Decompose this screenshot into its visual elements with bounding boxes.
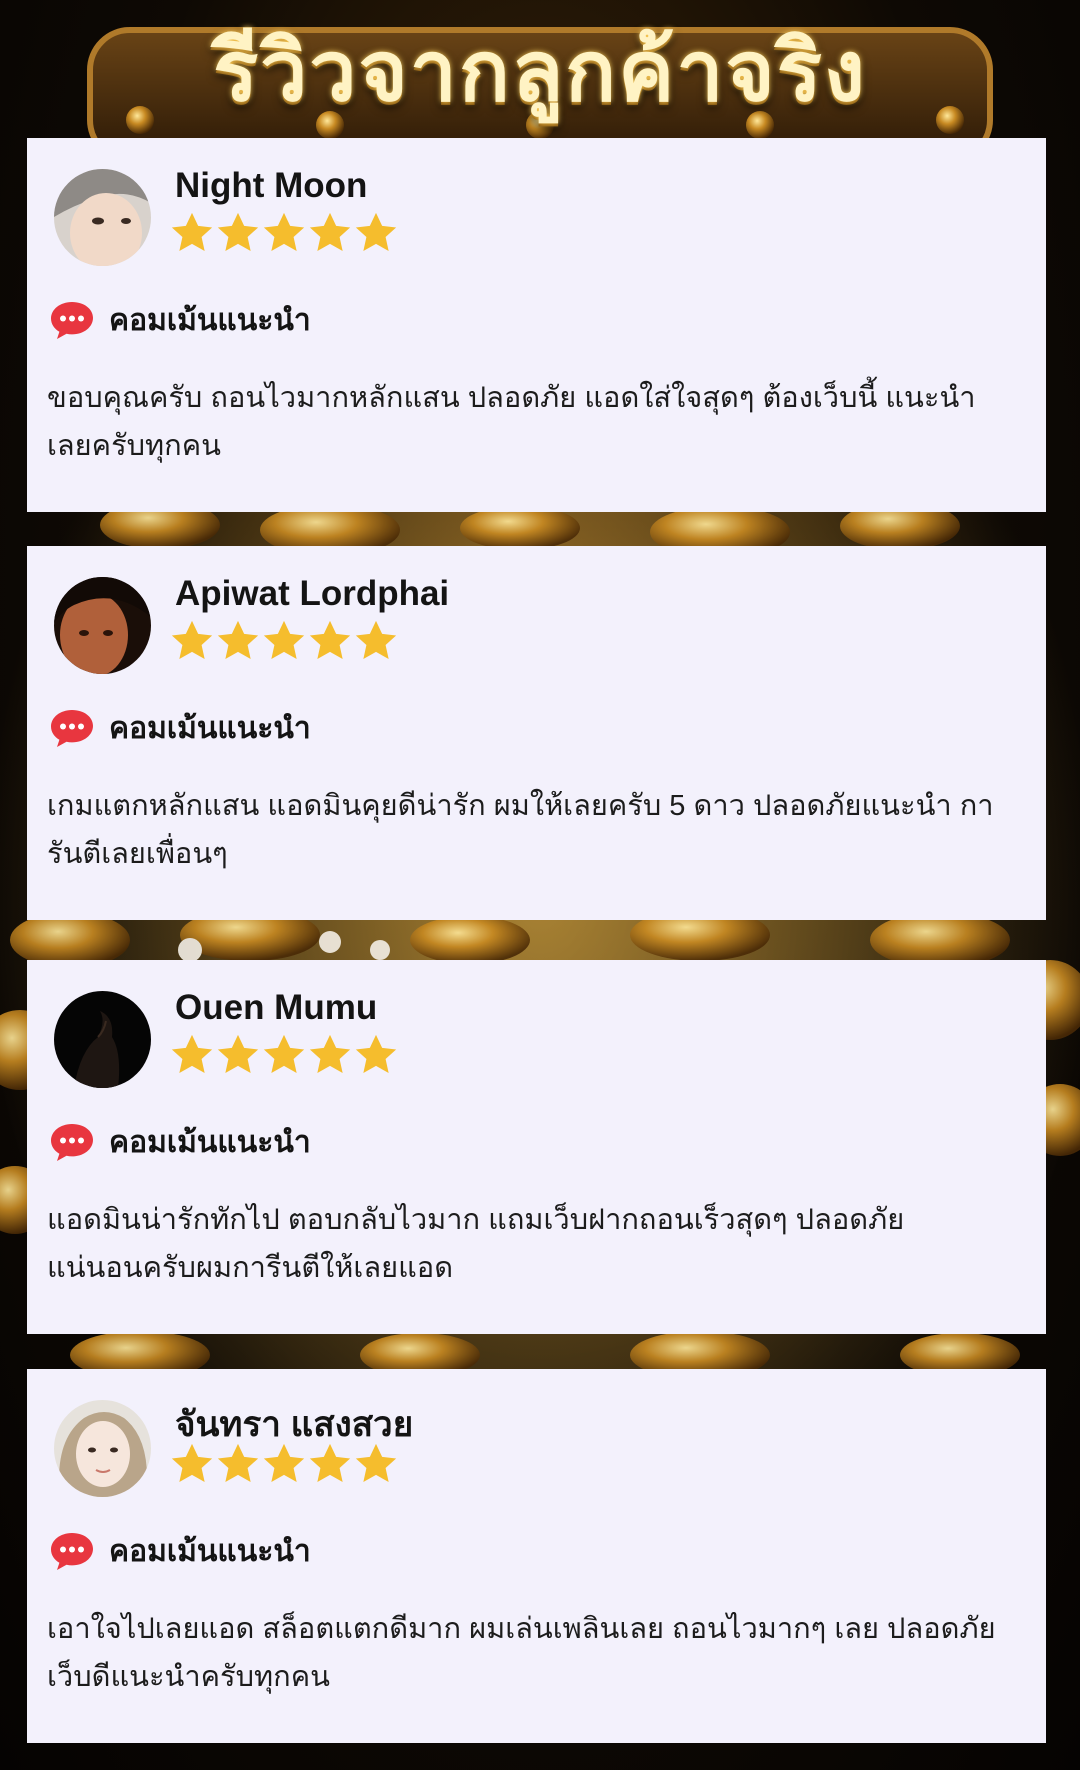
chat-bubble-icon xyxy=(51,710,93,747)
star-icon xyxy=(217,1034,259,1074)
star-icon xyxy=(171,620,213,660)
star-icon xyxy=(171,1034,213,1074)
star-icon xyxy=(309,212,351,252)
star-icon xyxy=(355,1034,397,1074)
headline-text: รีวิวจากลูกค้าจริง xyxy=(213,22,867,120)
review-text: เอาใจไปเลยแอด สล็อตแตกดีมาก ผมเล่นเพลินเ… xyxy=(47,1613,996,1693)
review-text: แอดมินน่ารักทักไป ตอบกลับไวมาก แถมเว็บฝา… xyxy=(47,1204,905,1284)
chat-bubble-icon xyxy=(51,302,93,339)
review-card: Night Moon คอมเม้นแนะนำ ขอบคุณครับ ถอนไว… xyxy=(27,138,1046,512)
star-icon xyxy=(309,1034,351,1074)
star-rating xyxy=(169,210,399,256)
star-rating xyxy=(169,1032,399,1078)
comment-label: คอมเม้นแนะนำ xyxy=(109,303,311,337)
star-icon xyxy=(217,212,259,252)
star-icon xyxy=(355,1443,397,1483)
comment-header: คอมเม้นแนะนำ xyxy=(49,298,311,342)
comment-label: คอมเม้นแนะนำ xyxy=(109,1534,311,1568)
star-icon xyxy=(171,1443,213,1483)
review-text: เกมแตกหลักแสน แอดมินคุยดีน่ารัก ผมให้เลย… xyxy=(47,790,994,870)
star-icon xyxy=(355,212,397,252)
reviewer-name: Night Moon xyxy=(175,166,368,205)
reviewer-name: Apiwat Lordphai xyxy=(175,574,450,613)
star-icon xyxy=(217,620,259,660)
page-headline: รีวิวจากลูกค้าจริง xyxy=(0,0,1080,140)
comment-label: คอมเม้นแนะนำ xyxy=(109,711,311,745)
review-card: จันทรา แสงสวย คอมเม้นแนะนำ เอาใจไปเลยแอด… xyxy=(27,1369,1046,1743)
star-rating xyxy=(169,1441,399,1487)
chat-bubble-icon xyxy=(51,1533,93,1570)
star-icon xyxy=(217,1443,259,1483)
star-icon xyxy=(263,212,305,252)
comment-header: คอมเม้นแนะนำ xyxy=(49,1529,311,1573)
review-card: Apiwat Lordphai คอมเม้นแนะนำ เกมแตกหลักแ… xyxy=(27,546,1046,920)
star-icon xyxy=(263,1034,305,1074)
star-icon xyxy=(309,620,351,660)
comment-label: คอมเม้นแนะนำ xyxy=(109,1125,311,1159)
star-icon xyxy=(309,1443,351,1483)
star-icon xyxy=(263,1443,305,1483)
review-text: ขอบคุณครับ ถอนไวมากหลักแสน ปลอดภัย แอดใส… xyxy=(47,382,976,462)
avatar xyxy=(54,1400,151,1497)
avatar xyxy=(54,169,151,266)
chat-bubble-icon xyxy=(51,1124,93,1161)
star-icon xyxy=(355,620,397,660)
star-icon xyxy=(263,620,305,660)
star-icon xyxy=(171,212,213,252)
star-rating xyxy=(169,618,399,664)
avatar xyxy=(54,991,151,1088)
review-card: Ouen Mumu คอมเม้นแนะนำ แอดมินน่ารักทักไป… xyxy=(27,960,1046,1334)
comment-header: คอมเม้นแนะนำ xyxy=(49,1120,311,1164)
reviewer-name: Ouen Mumu xyxy=(175,988,378,1027)
avatar xyxy=(54,577,151,674)
comment-header: คอมเม้นแนะนำ xyxy=(49,706,311,750)
